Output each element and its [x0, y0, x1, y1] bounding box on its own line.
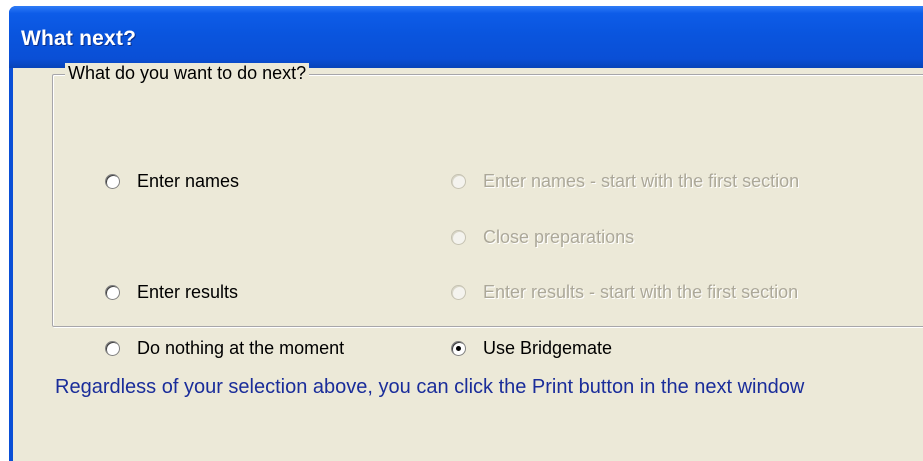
radio-label-close-preparations: Close preparations [483, 227, 635, 247]
radio-enter-results-first-section[interactable]: Enter results - start with the first sec… [451, 282, 798, 303]
radio-label-use-bridgemate: Use Bridgemate [483, 338, 613, 358]
radio-unchecked-icon[interactable] [451, 285, 466, 300]
radio-label-do-nothing: Do nothing at the moment [137, 338, 345, 358]
radio-enter-names[interactable]: Enter names [105, 171, 239, 192]
radio-unchecked-icon[interactable] [451, 230, 466, 245]
radio-unchecked-icon[interactable] [105, 341, 120, 356]
radio-label-enter-names: Enter names [137, 171, 240, 191]
radio-checked-icon[interactable] [451, 341, 466, 356]
radio-do-nothing[interactable]: Do nothing at the moment [105, 338, 344, 359]
radio-enter-names-first-section[interactable]: Enter names - start with the first secti… [451, 171, 799, 192]
radio-unchecked-icon[interactable] [105, 174, 120, 189]
radio-close-preparations[interactable]: Close preparations [451, 227, 634, 248]
radio-label-enter-names-first-section: Enter names - start with the first secti… [483, 171, 800, 191]
groupbox-legend: What do you want to do next? [65, 63, 310, 84]
print-info-text: Regardless of your selection above, you … [55, 376, 805, 398]
window-title: What next? [21, 27, 137, 50]
radio-enter-results[interactable]: Enter results [105, 282, 238, 303]
radio-label-enter-results: Enter results [137, 282, 239, 302]
radio-unchecked-icon[interactable] [105, 285, 120, 300]
radio-unchecked-icon[interactable] [451, 174, 466, 189]
radio-use-bridgemate[interactable]: Use Bridgemate [451, 338, 612, 359]
title-bar[interactable]: What next? [9, 6, 923, 68]
radio-label-enter-results-first-section: Enter results - start with the first sec… [483, 282, 799, 302]
